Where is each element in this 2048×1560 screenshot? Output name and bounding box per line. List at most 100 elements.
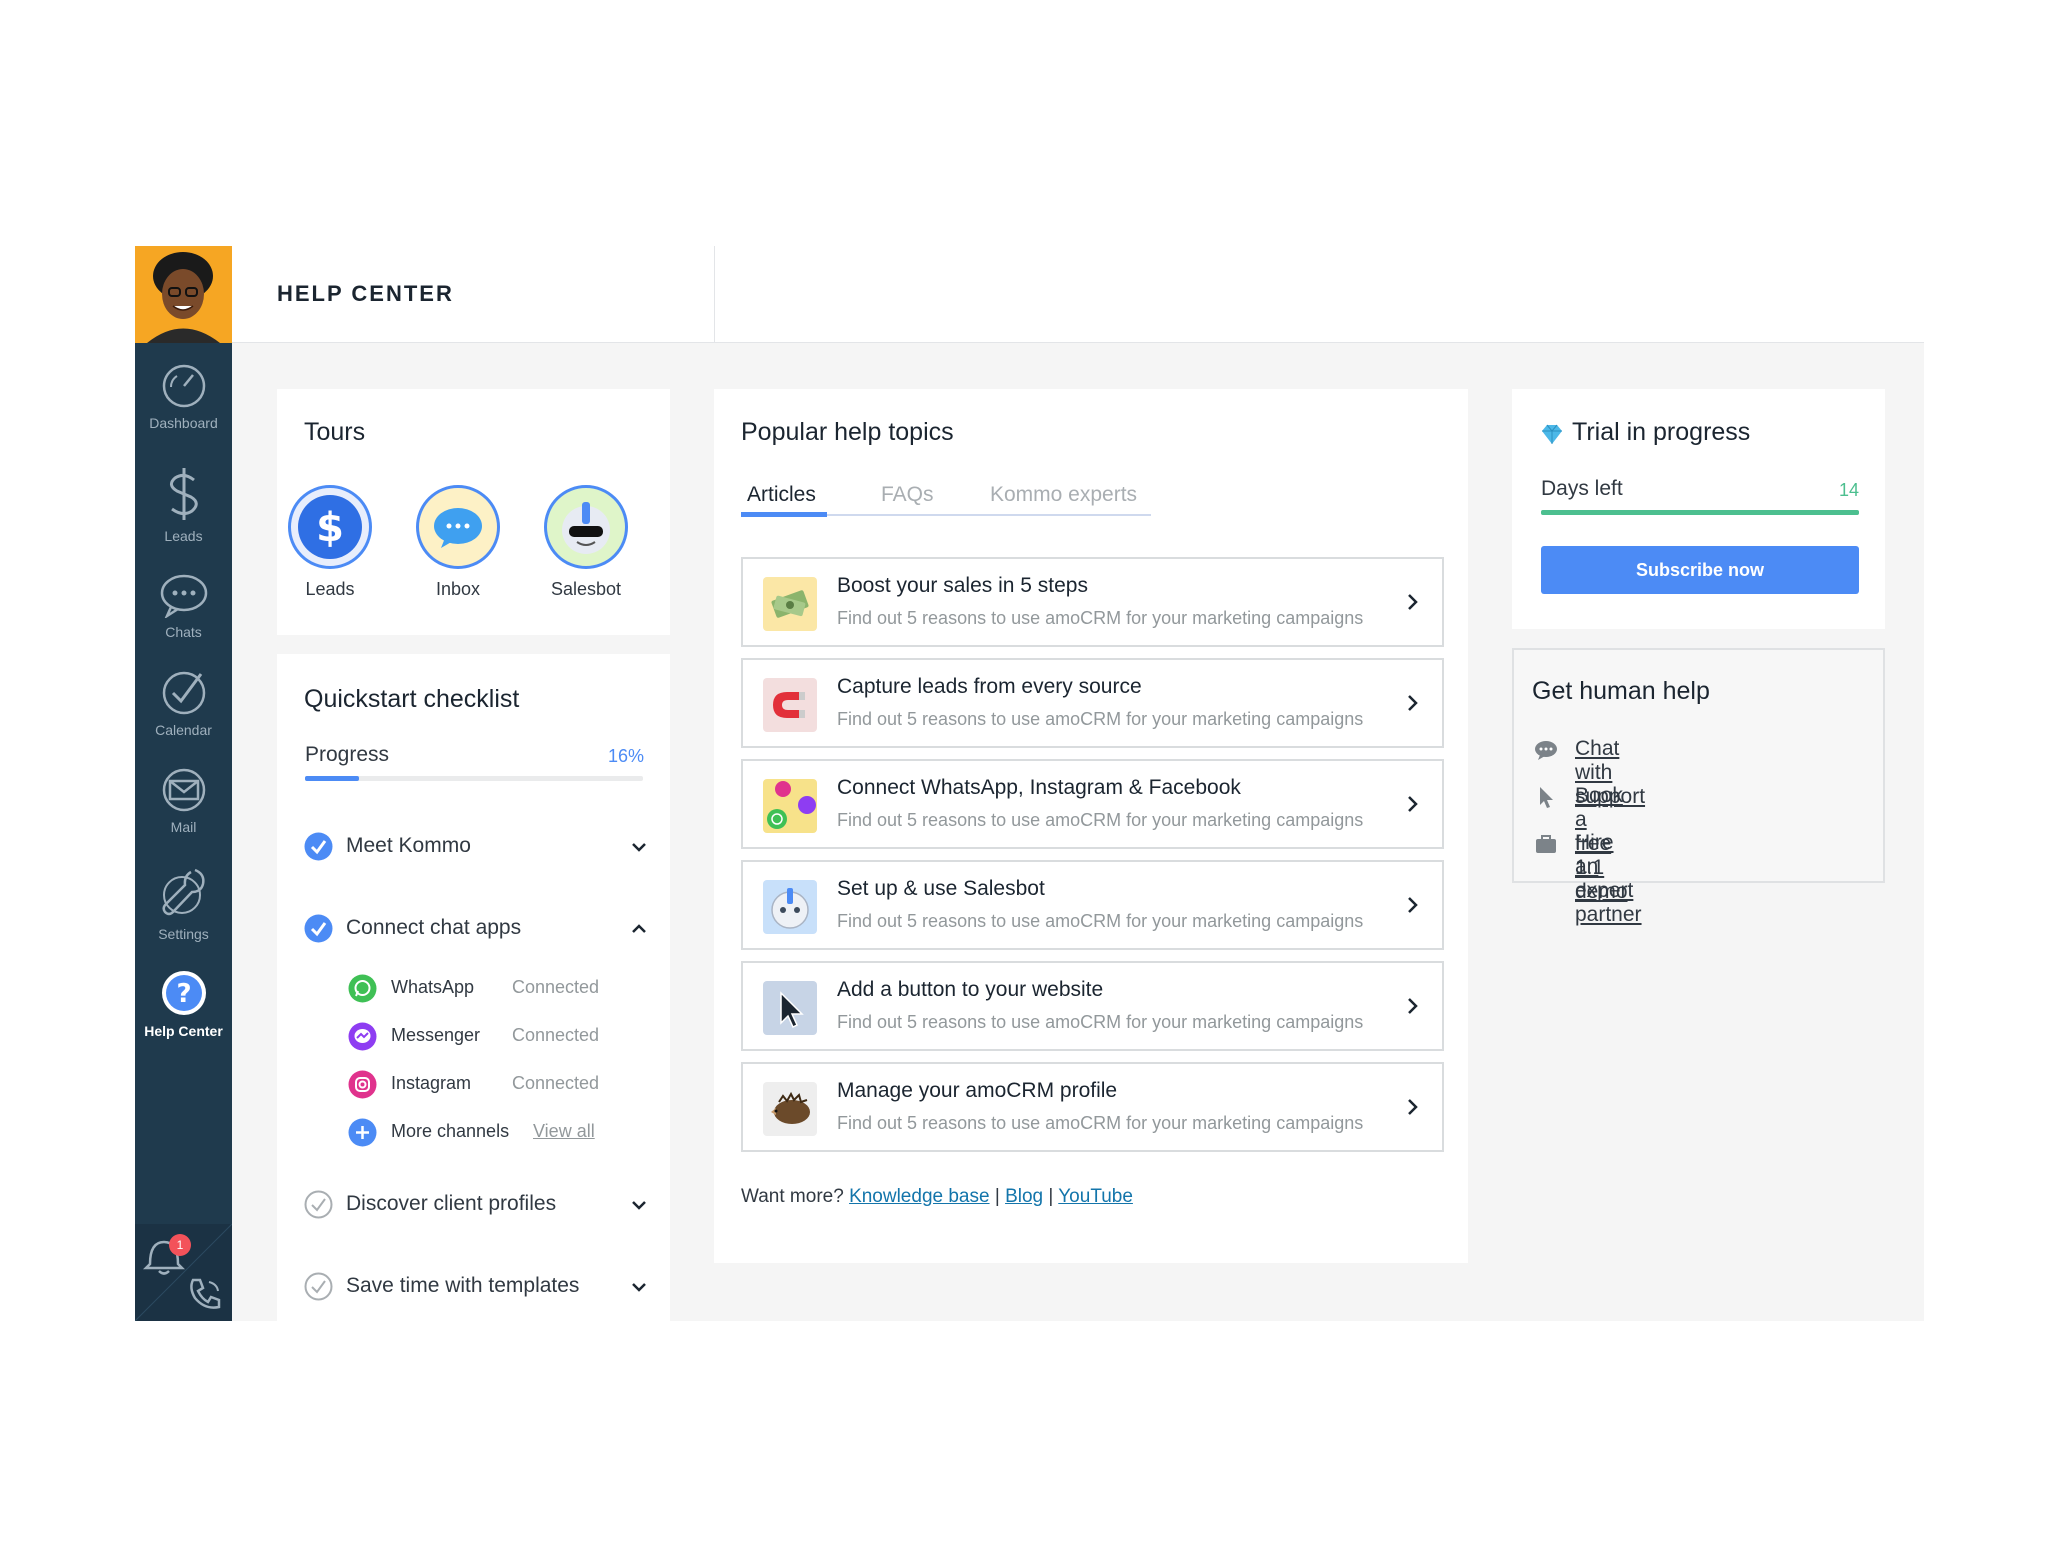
view-all-link[interactable]: View all [533, 1121, 595, 1142]
sidebar-item-mail[interactable]: Mail [135, 767, 232, 835]
topic-row[interactable]: Capture leads from every source Find out… [741, 658, 1444, 748]
checklist-item-discover-client-profiles[interactable]: Discover client profiles [304, 1188, 649, 1222]
page-title: HELP CENTER [277, 281, 454, 306]
check-done-icon [304, 914, 333, 943]
tab-kommo-experts[interactable]: Kommo experts [990, 483, 1137, 507]
tab-articles[interactable]: Articles [747, 483, 816, 507]
channel-name: More channels [391, 1121, 510, 1141]
robot-icon [763, 880, 817, 934]
check-pending-icon [304, 1190, 333, 1219]
instagram-icon [348, 1070, 377, 1099]
tour-label: Inbox [435, 579, 481, 599]
chevron-down-icon[interactable] [629, 1195, 649, 1215]
topic-row[interactable]: Set up & use Salesbot Find out 5 reasons… [741, 860, 1444, 950]
cursor-icon [763, 981, 817, 1035]
topic-subtitle: Find out 5 reasons to use amoCRM for you… [837, 1012, 1364, 1032]
plus-icon[interactable] [348, 1118, 377, 1147]
topic-subtitle: Find out 5 reasons to use amoCRM for you… [837, 810, 1364, 830]
sidebar-item-label: Dashboard [149, 415, 218, 431]
sidebar-item-label: Chats [165, 624, 202, 640]
topic-title: Add a button to your website [837, 978, 1104, 1001]
sidebar-item-label: Settings [158, 926, 209, 942]
tours-title: Tours [304, 418, 366, 446]
trial-card: Trial in progress Days left 14 Subscribe… [1512, 389, 1885, 629]
avatar[interactable] [135, 246, 232, 343]
magnet-icon [763, 678, 817, 732]
sidebar-item-dashboard[interactable]: Dashboard [135, 363, 232, 431]
wrench-icon [161, 868, 205, 916]
channel-messenger: Messenger Connected [348, 1020, 628, 1052]
mail-icon [162, 768, 205, 812]
checklist-item-meet-kommo[interactable]: Meet Kommo [304, 830, 649, 864]
progress-label: Progress [305, 743, 390, 766]
topic-row[interactable]: Add a button to your website Find out 5 … [741, 961, 1444, 1051]
topic-subtitle: Find out 5 reasons to use amoCRM for you… [837, 1113, 1364, 1133]
sidebar-item-chats[interactable]: Chats [135, 572, 232, 640]
chat-bubble-icon [160, 574, 207, 618]
briefcase-icon [1536, 835, 1556, 853]
chevron-down-icon[interactable] [629, 837, 649, 857]
chat-icon [1535, 741, 1557, 760]
chevron-up-icon[interactable] [629, 919, 649, 939]
tour-salesbot[interactable]: Salesbot [531, 485, 641, 600]
topic-title: Manage your amoCRM profile [837, 1079, 1118, 1102]
tab-faqs[interactable]: FAQs [881, 483, 934, 507]
checkmark-icon [162, 671, 205, 715]
sidebar-footer: 1 [135, 1224, 232, 1321]
checklist-item-connect-chat-apps[interactable]: Connect chat apps [304, 912, 649, 946]
sidebar-item-label: Mail [170, 819, 197, 835]
channel-name: Messenger [391, 1025, 481, 1045]
messengers-icon [763, 779, 817, 833]
checklist-item-save-time-with-templates[interactable]: Save time with templates [304, 1270, 649, 1304]
money-icon [763, 577, 817, 631]
topic-title: Boost your sales in 5 steps [837, 574, 1088, 597]
chat-badge-icon [416, 485, 500, 569]
sidebar-item-calendar[interactable]: Calendar [135, 670, 232, 738]
help-label: Hire an expert partner [1575, 831, 1642, 926]
days-left-bar [1541, 510, 1859, 515]
sidebar-item-settings[interactable]: Settings [135, 866, 232, 942]
active-tab-indicator [741, 512, 827, 517]
topic-title: Connect WhatsApp, Instagram & Facebook [837, 776, 1241, 799]
human-help-card: Get human help Chat with support Book a … [1512, 648, 1885, 926]
separator: | [994, 1186, 1000, 1207]
days-left-value: 14 [1838, 480, 1859, 500]
checklist-item-label: Connect chat apps [346, 916, 522, 939]
subscribe-button[interactable]: Subscribe now [1541, 546, 1859, 594]
checklist-item-label: Discover client profiles [346, 1192, 557, 1215]
chevron-right-icon [1408, 796, 1418, 812]
topic-subtitle: Find out 5 reasons to use amoCRM for you… [837, 709, 1364, 729]
want-more-prefix: Want more? [741, 1186, 844, 1207]
app-window: Dashboard Leads Chats Calendar Mail Sett… [135, 246, 1924, 1321]
phone-icon[interactable] [185, 1274, 225, 1314]
blog-link[interactable]: Blog [1005, 1186, 1043, 1207]
chevron-right-icon [1408, 594, 1418, 610]
topic-row[interactable]: Boost your sales in 5 steps Find out 5 r… [741, 557, 1444, 647]
hedgehog-icon [763, 1082, 817, 1136]
chevron-down-icon[interactable] [629, 1277, 649, 1297]
channel-status: Connected [512, 1025, 600, 1045]
separator: | [1048, 1186, 1054, 1207]
sidebar: Dashboard Leads Chats Calendar Mail Sett… [135, 246, 232, 1321]
checklist-item-label: Save time with templates [346, 1274, 580, 1297]
chevron-right-icon [1408, 695, 1418, 711]
chevron-right-icon [1408, 897, 1418, 913]
channel-instagram: Instagram Connected [348, 1068, 628, 1100]
progress-fill [305, 776, 360, 781]
sidebar-item-help-center[interactable]: ? Help Center [135, 969, 232, 1039]
dollar-badge-icon: $ [288, 485, 372, 569]
sidebar-item-leads[interactable]: Leads [135, 466, 232, 544]
youtube-link[interactable]: YouTube [1058, 1186, 1133, 1207]
topic-title: Set up & use Salesbot [837, 877, 1045, 900]
channel-whatsapp: WhatsApp Connected [348, 972, 628, 1004]
tour-leads[interactable]: $ Leads [275, 485, 385, 600]
chevron-right-icon [1408, 998, 1418, 1014]
topic-row[interactable]: Connect WhatsApp, Instagram & Facebook F… [741, 759, 1444, 849]
sidebar-item-label: Help Center [144, 1023, 223, 1039]
knowledge-base-link[interactable]: Knowledge base [849, 1186, 990, 1207]
header: HELP CENTER [232, 246, 1924, 343]
robot-badge-icon [544, 485, 628, 569]
tour-inbox[interactable]: Inbox [403, 485, 513, 600]
channel-more: More channels View all [348, 1116, 628, 1148]
topic-row[interactable]: Manage your amoCRM profile Find out 5 re… [741, 1062, 1444, 1152]
